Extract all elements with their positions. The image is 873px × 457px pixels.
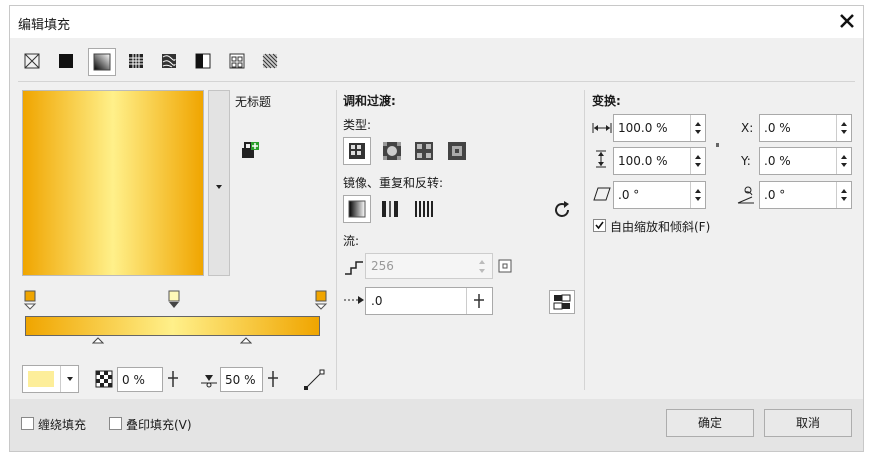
two-color-pattern-button[interactable] (192, 50, 214, 72)
free-scale-label: 自由缩放和倾斜(F) (610, 220, 711, 234)
y-offset-input[interactable]: .0 % (759, 147, 852, 175)
mid-node-handle[interactable] (168, 290, 180, 308)
start-node-handle[interactable] (23, 290, 37, 310)
lock-steps-icon[interactable] (498, 259, 512, 273)
linear-gradient-icon (349, 143, 365, 159)
free-transform-icon[interactable] (302, 368, 326, 392)
slider-toggle-icon[interactable] (266, 370, 280, 388)
chevron-down-icon (216, 185, 222, 189)
reverse-icon[interactable] (551, 199, 573, 221)
acceleration-icon (344, 296, 364, 304)
gradient-preview (22, 90, 204, 276)
steps-icon (345, 261, 363, 275)
blend-heading: 调和过渡: (343, 94, 396, 108)
y-label: Y: (741, 154, 751, 168)
slider-toggle-icon[interactable] (166, 370, 180, 388)
type-label: 类型: (343, 118, 372, 132)
wrap-fill-label: 缠绕填充 (38, 418, 87, 432)
rotation-input[interactable]: .0 ° (759, 181, 852, 209)
node-color-swatch (28, 371, 54, 387)
no-fill-icon (24, 53, 40, 69)
postscript-fill-button[interactable] (259, 50, 281, 72)
height-input[interactable]: 100.0 % (613, 147, 706, 175)
section-divider (336, 90, 337, 390)
toolbar-divider (18, 81, 855, 82)
no-fill-button[interactable] (21, 50, 43, 72)
postscript-fill-icon (262, 53, 278, 69)
node-markers (23, 290, 328, 310)
width-input[interactable]: 100.0 % (613, 114, 706, 142)
steps-input[interactable]: 256 (365, 253, 493, 279)
overprint-checkbox[interactable] (109, 417, 122, 430)
texture-fill-button[interactable] (226, 50, 248, 72)
height-icon (596, 150, 606, 168)
default-gradient-icon (348, 200, 366, 218)
preset-dropdown-button[interactable] (208, 90, 230, 276)
midpoint-marker-1[interactable] (92, 337, 104, 344)
vector-pattern-icon (129, 54, 143, 68)
vector-pattern-button[interactable] (125, 50, 147, 72)
texture-fill-icon (229, 53, 245, 69)
acceleration-input[interactable]: .0 (365, 287, 493, 315)
repeat-icon[interactable] (413, 199, 435, 219)
edit-fill-dialog: 编辑填充 无标题 0 % 50 % 调和过渡: 类型: 镜像、重复和反转: 流:… (9, 5, 864, 452)
end-node-handle[interactable] (314, 290, 328, 310)
mirror-label: 镜像、重复和反转: (343, 176, 444, 190)
node-position-icon (201, 375, 217, 388)
link-icon[interactable] (714, 140, 722, 150)
dialog-title: 编辑填充 (18, 18, 71, 33)
overprint-label: 叠印填充(V) (126, 418, 192, 432)
bitmap-pattern-icon (162, 54, 176, 68)
section-divider (584, 90, 585, 390)
two-color-pattern-icon (195, 53, 211, 69)
skew-input[interactable]: .0 ° (613, 181, 706, 209)
cancel-button[interactable]: 取消 (764, 409, 852, 437)
width-icon (592, 123, 612, 133)
mirror-icon[interactable] (380, 199, 402, 219)
gradient-bar[interactable] (25, 316, 320, 336)
checkmark-icon (595, 221, 604, 230)
elliptical-gradient-icon[interactable] (382, 141, 402, 161)
close-icon[interactable] (839, 13, 855, 29)
fountain-fill-button[interactable] (88, 48, 116, 76)
transparency-icon (95, 370, 113, 388)
rotate-icon (737, 186, 754, 204)
conical-gradient-icon[interactable] (414, 141, 434, 161)
uniform-fill-button[interactable] (55, 50, 77, 72)
free-scale-checkbox[interactable] (593, 219, 606, 232)
slider-toggle-icon[interactable] (472, 293, 486, 309)
uniform-fill-icon (59, 54, 73, 68)
smooth-transition-icon (553, 294, 571, 310)
fountain-fill-icon (93, 53, 111, 71)
bitmap-pattern-button[interactable] (158, 50, 180, 72)
save-preset-icon[interactable] (241, 142, 261, 160)
x-label: X: (741, 121, 754, 135)
node-color-picker[interactable] (22, 365, 79, 393)
smooth-transition-button[interactable] (549, 290, 575, 314)
linear-type-button[interactable] (343, 137, 371, 165)
x-offset-input[interactable]: .0 % (759, 114, 852, 142)
rectangular-gradient-icon[interactable] (447, 141, 467, 161)
transform-heading: 变换: (592, 94, 621, 108)
default-fill-button[interactable] (343, 195, 371, 223)
title-bar: 编辑填充 (10, 6, 863, 38)
ok-button[interactable]: 确定 (666, 409, 754, 437)
chevron-down-icon (67, 377, 73, 381)
node-transparency-input[interactable]: 0 % (117, 367, 163, 392)
flow-label: 流: (343, 234, 360, 248)
midpoint-marker-2[interactable] (240, 337, 252, 344)
preset-name: 无标题 (235, 95, 272, 109)
skew-icon (593, 187, 611, 201)
node-position-input[interactable]: 50 % (220, 367, 263, 392)
wrap-fill-checkbox[interactable] (21, 417, 34, 430)
